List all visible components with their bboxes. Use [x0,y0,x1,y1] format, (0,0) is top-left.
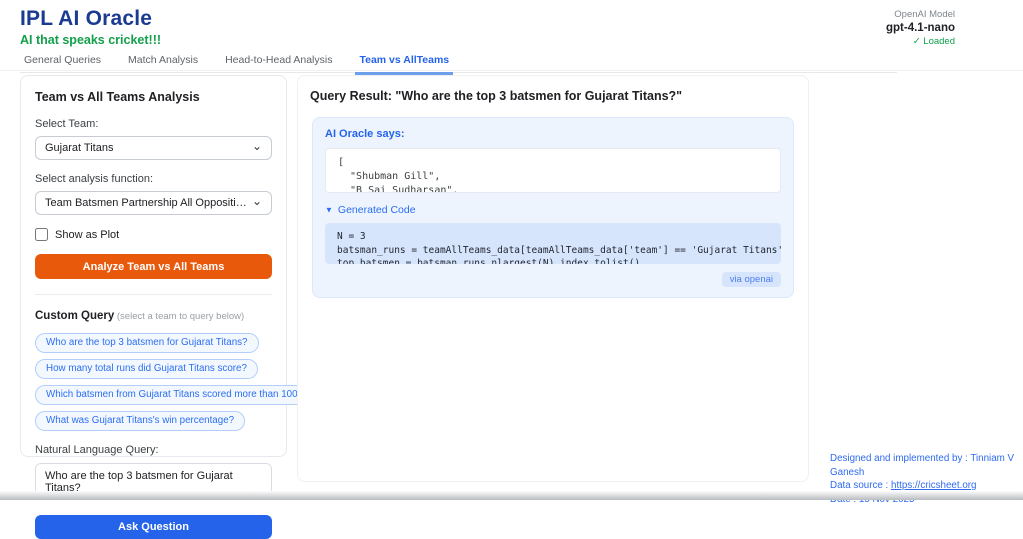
footer-datasource-label: Data source : [830,480,891,491]
tab-team-vs-allteams[interactable]: Team vs AllTeams [355,52,453,72]
generated-code-toggle[interactable]: ▼ Generated Code [325,204,781,216]
datasource-link[interactable]: https://cricsheet.org [891,480,977,491]
chevron-down-icon: ⌄ [252,195,262,207]
tab-general-queries[interactable]: General Queries [20,52,105,72]
analysis-function-select[interactable]: Team Batsmen Partnership All Opposition … [35,191,272,215]
answer-json-box: [ "Shubman Gill", "B Sai Sudharsan", "DA… [325,148,781,193]
generated-code-box: N = 3 batsman_runs = teamAllTeams_data[t… [325,223,781,264]
team-select[interactable]: Gujarat Titans ⌄ [35,136,272,160]
model-name: gpt-4.1-nano [886,22,955,34]
model-status-badge: ✓ Loaded [886,36,955,47]
generated-code-label: Generated Code [338,204,416,216]
show-as-plot-checkbox[interactable] [35,228,48,241]
app-subtitle: AI that speaks cricket!!! [20,33,161,47]
ask-question-button[interactable]: Ask Question [35,515,272,539]
sidebar-heading: Team vs All Teams Analysis [35,90,272,104]
analyze-button[interactable]: Analyze Team vs All Teams [35,254,272,279]
collapse-triangle-icon: ▼ [325,205,333,214]
model-info: OpenAI Model gpt-4.1-nano ✓ Loaded [886,9,955,47]
query-result-heading: Query Result: "Who are the top 3 batsmen… [310,89,796,103]
result-area: Query Result: "Who are the top 3 batsmen… [297,75,809,482]
chevron-down-icon: ⌄ [252,140,262,152]
oracle-response-panel: AI Oracle says: [ "Shubman Gill", "B Sai… [312,117,794,298]
window-bottom-edge [0,491,1023,500]
suggested-query-pill[interactable]: Who are the top 3 batsmen for Gujarat Ti… [35,333,259,353]
tab-head-to-head-analysis[interactable]: Head-to-Head Analysis [221,52,336,72]
app-title: IPL AI Oracle [20,7,152,31]
oracle-says-label: AI Oracle says: [325,128,781,140]
custom-query-title: Custom Query [35,310,114,322]
suggested-query-pill[interactable]: Which batsmen from Gujarat Titans scored… [35,385,336,405]
analysis-sidebar: Team vs All Teams Analysis Select Team: … [20,75,287,457]
header-divider [0,70,1023,71]
tab-match-analysis[interactable]: Match Analysis [124,52,202,72]
footer-credit: Designed and implemented by : Tinniam V … [830,452,1023,479]
custom-query-hint: (select a team to query below) [114,311,244,322]
suggested-query-pill[interactable]: How many total runs did Gujarat Titans s… [35,359,258,379]
nlq-label: Natural Language Query: [35,444,272,456]
function-select-value: Team Batsmen Partnership All Opposition … [45,197,252,209]
app-window: IPL AI Oracle AI that speaks cricket!!! … [0,0,1023,500]
team-select-label: Select Team: [35,118,272,130]
custom-query-header: Custom Query (select a team to query bel… [35,306,272,324]
show-as-plot-label[interactable]: Show as Plot [55,229,119,241]
suggested-query-pill[interactable]: What was Gujarat Titans's win percentage… [35,411,245,431]
provider-badge: via openai [722,272,781,287]
plot-checkbox-row: Show as Plot [35,228,272,241]
model-label: OpenAI Model [886,9,955,20]
team-select-value: Gujarat Titans [45,142,113,154]
sidebar-divider [35,294,272,295]
function-select-label: Select analysis function: [35,173,272,185]
